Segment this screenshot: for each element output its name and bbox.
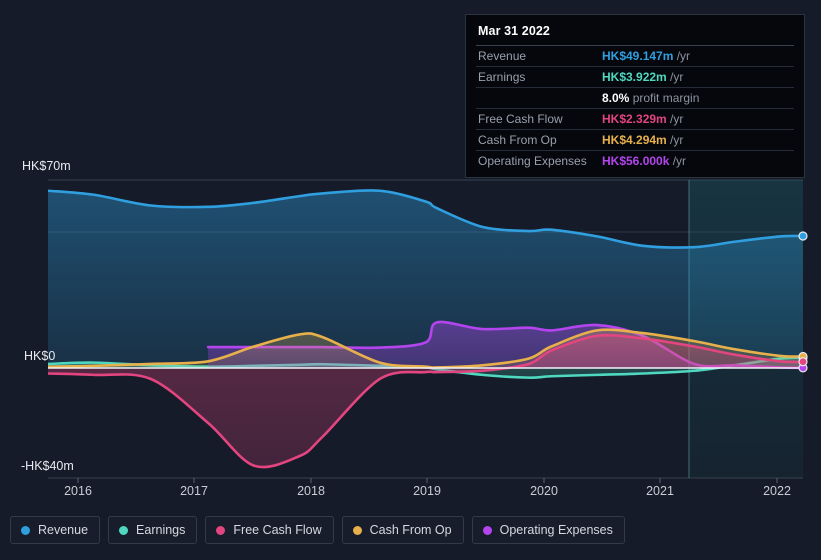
legend-dot-icon (119, 525, 129, 535)
tooltip-row-unit: /yr (666, 112, 684, 126)
financial-chart-widget: HK$70m HK$0 -HK$40m 2016 2017 2018 2019 … (0, 0, 821, 560)
legend-item-cash-from-op[interactable]: Cash From Op (341, 516, 464, 544)
chart-legend: Revenue Earnings Free Cash Flow Cash From O… (10, 516, 625, 544)
x-tick-2019: 2019 (413, 484, 441, 498)
tooltip-row-amount: HK$49.147m (602, 49, 674, 63)
endpoint-marker-free-cash-flow (798, 357, 808, 367)
tooltip-row-value: HK$56.000k /yr (600, 150, 794, 171)
legend-item-revenue[interactable]: Revenue (10, 516, 101, 544)
x-tick-2016: 2016 (64, 484, 92, 498)
tooltip-row-value: HK$49.147m /yr (600, 45, 794, 67)
tooltip-date: Mar 31 2022 (478, 24, 550, 38)
tooltip-row-key: Free Cash Flow (476, 108, 600, 130)
y-axis-label-zero: HK$0 (24, 349, 56, 363)
x-tick-2020: 2020 (530, 484, 558, 498)
legend-item-operating-expenses[interactable]: Operating Expenses (471, 516, 625, 544)
tooltip-row: Earnings HK$3.922m /yr (476, 66, 794, 88)
legend-item-free-cash-flow[interactable]: Free Cash Flow (205, 516, 334, 544)
legend-dot-icon (352, 525, 362, 535)
legend-dot-icon (216, 525, 226, 535)
legend-item-label: Operating Expenses (499, 523, 613, 537)
tooltip-row-value: HK$4.294m /yr (600, 129, 794, 151)
y-axis-label-bottom: -HK$40m (21, 459, 74, 473)
x-tick-marks (77, 478, 778, 483)
tooltip-row-key (476, 87, 600, 109)
tooltip-row-key: Earnings (476, 66, 600, 88)
x-tick-2022: 2022 (763, 484, 791, 498)
legend-item-label: Revenue (38, 523, 89, 537)
tooltip-row-key: Operating Expenses (476, 150, 600, 171)
tooltip-row-value: 8.0% profit margin (600, 87, 794, 109)
tooltip-row-unit: profit margin (629, 91, 700, 105)
legend-item-label: Earnings (136, 523, 186, 537)
tooltip-row-unit: /yr (673, 49, 691, 63)
legend-item-label: Cash From Op (369, 523, 452, 537)
tooltip-row-unit: /yr (666, 133, 684, 147)
tooltip-row-amount: 8.0% (602, 91, 630, 105)
tooltip-row-unit: /yr (669, 154, 687, 168)
tooltip-row-key: Revenue (476, 45, 600, 67)
tooltip-row: Free Cash Flow HK$2.329m /yr (476, 108, 794, 130)
tooltip-row-amount: HK$3.922m (602, 70, 667, 84)
legend-item-earnings[interactable]: Earnings (108, 516, 198, 544)
endpoint-marker-revenue (798, 231, 808, 241)
legend-dot-icon (21, 525, 30, 535)
legend-dot-icon (482, 525, 492, 535)
tooltip-row-amount: HK$4.294m (602, 133, 667, 147)
tooltip-row: 8.0% profit margin (476, 87, 794, 109)
tooltip-row-amount: HK$2.329m (602, 112, 667, 126)
x-tick-2017: 2017 (180, 484, 208, 498)
tooltip-row: Cash From Op HK$4.294m /yr (476, 129, 794, 151)
y-axis-label-top: HK$70m (22, 159, 71, 173)
tooltip-row-unit: /yr (666, 70, 684, 84)
tooltip-row-value: HK$2.329m /yr (600, 108, 794, 130)
tooltip-row-key: Cash From Op (476, 129, 600, 151)
tooltip-row-amount: HK$56.000k (602, 154, 670, 168)
tooltip-row: Revenue HK$49.147m /yr (476, 45, 794, 67)
tooltip-table: Revenue HK$49.147m /yr Earnings HK$3.922m /… (476, 45, 794, 171)
data-tooltip: Mar 31 2022 Revenue HK$49.147m /yr Earning… (465, 14, 805, 178)
tooltip-row-value: HK$3.922m /yr (600, 66, 794, 88)
x-tick-2018: 2018 (297, 484, 325, 498)
x-tick-2021: 2021 (646, 484, 674, 498)
legend-item-label: Free Cash Flow (233, 523, 322, 537)
tooltip-row: Operating Expenses HK$56.000k /yr (476, 150, 794, 171)
